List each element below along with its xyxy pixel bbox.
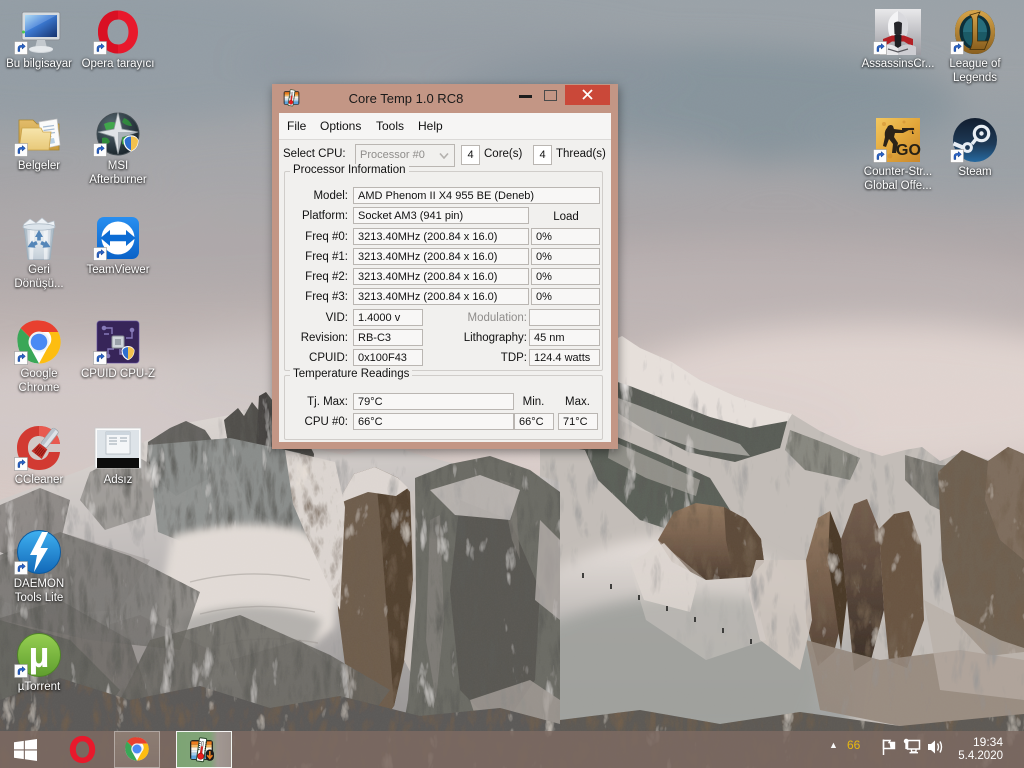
svg-text:GO: GO [896, 142, 921, 159]
svg-text:µ: µ [29, 634, 50, 675]
